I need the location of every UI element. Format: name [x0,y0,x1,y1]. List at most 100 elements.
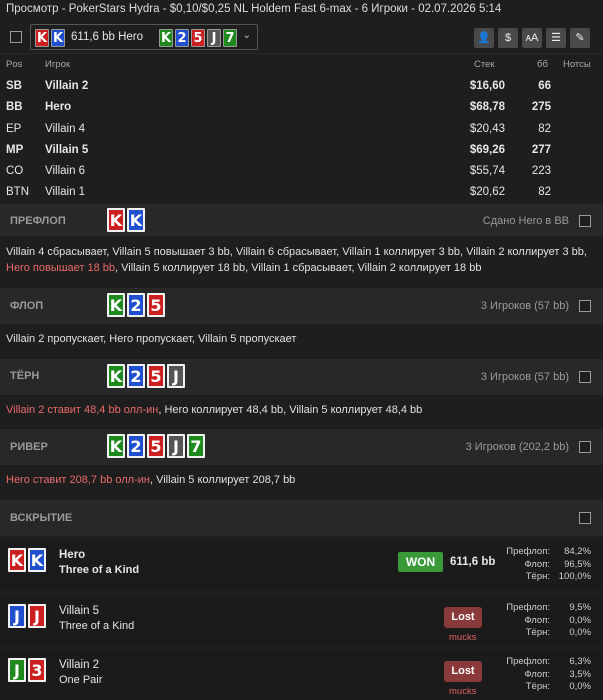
player-pos: BTN [6,186,29,198]
equity-label: Префлоп: [506,546,550,557]
street-name: ПРЕФЛОП [10,215,66,227]
player-row[interactable]: EP Villain 4 $20,43 82 [0,119,603,140]
street-checkbox[interactable] [579,371,591,383]
equity-label: Флоп: [524,614,550,626]
card: K [107,364,125,388]
card: 7 [187,434,205,458]
street-name: ТЁРН [10,370,40,382]
hand-selector-dropdown[interactable]: K K 611,6 bb Hero K 2 5 J 7 ⌄ [30,24,258,50]
player-row[interactable]: BB Hero $68,78 275 [0,97,603,118]
equity-label: Префлоп: [506,656,550,667]
col-stack: Стек [474,59,495,70]
player-name: Villain 5 [45,144,89,156]
action-text: , Hero коллирует 48,4 bb, Villain 5 колл… [158,404,423,416]
card: J [207,29,221,47]
player-stack: $20,62 [469,186,505,198]
font-size-icon[interactable]: ᴀA [522,28,542,48]
hand-rank: Three of a Kind [59,564,140,576]
equity-value: 9,5% [569,602,591,613]
won-badge: WON [398,552,443,572]
street-river: РИВЕР K 2 5 J 7 3 Игроков (202,2 bb) [0,429,603,465]
action-text: , Villain 5 коллирует 208,7 bb [149,474,296,486]
player-bb: 66 [538,80,551,92]
hero-action: Hero повышает 18 bb [6,262,116,274]
player-bb: 277 [531,144,551,156]
player-stack: $69,26 [469,144,505,156]
showdown-row: KK Hero Three of a Kind WON 611,6 bb Пре… [0,540,603,590]
hand-rank: Three of a Kind [59,620,135,632]
player-stack: $55,74 [469,165,505,177]
street-info: 3 Игроков (57 bb) [480,300,569,312]
showdown-row: JJ Villain 5 Three of a Kind Lost mucks … [0,596,603,646]
street-info: Сдано Hero в BB [482,215,569,227]
card: K [35,29,49,47]
player-bb: 275 [531,101,551,113]
equity-value: 0,0% [569,627,591,638]
pencil-icon[interactable]: ✎ [570,28,590,48]
dollar-icon[interactable]: $ [498,28,518,48]
col-bb: бб [537,59,548,70]
equity-list: Префлоп: 9,5% Флоп: 0,0% Тёрн: 0,0% [478,602,591,640]
equity-value: 0,0% [569,614,591,626]
player-row[interactable]: BTN Villain 1 $20,62 82 [0,182,603,203]
street-checkbox[interactable] [579,300,591,312]
equity-value: 6,3% [569,656,591,667]
street-info: 3 Игроков (202,2 bb) [465,441,569,453]
chevron-down-icon: ⌄ [242,30,251,41]
turn-actions: Villain 2 ставит 48,4 bb олл-ин, Hero ко… [6,402,597,418]
card: 5 [147,364,165,388]
card: J [167,364,185,388]
card: K [107,434,125,458]
card: 3 [28,658,46,682]
street-name: ВСКРЫТИЕ [10,512,73,524]
street-turn: ТЁРН K 2 5 J 3 Игроков (57 bb) [0,359,603,395]
hero-action: Hero ставит 208,7 bb олл-ин [6,474,150,486]
card: 5 [191,29,205,47]
player-name: Villain 4 [45,123,86,135]
villain-action: Villain 2 ставит 48,4 bb олл-ин [6,404,159,416]
equity-label: Тёрн: [525,681,550,692]
street-showdown: ВСКРЫТИЕ [0,500,603,536]
player-pos: BB [6,101,23,113]
mucks-label: mucks [449,632,477,643]
street-checkbox[interactable] [579,512,591,524]
action-text: Villain 4 сбрасывает, Villain 5 повышает… [6,246,587,258]
lost-badge: Lost [444,607,482,628]
player-stack: $20,43 [469,123,505,135]
player-pos: MP [6,144,24,156]
player-row[interactable]: MP Villain 5 $69,26 277 [0,140,603,161]
player-name: Hero [45,101,72,113]
equity-label: Тёрн: [525,571,550,582]
street-checkbox[interactable] [579,215,591,227]
street-name: ФЛОП [10,300,44,312]
user-icon[interactable]: 👤 [474,28,494,48]
player-bb: 82 [538,123,551,135]
card: 2 [127,434,145,458]
equity-value: 3,5% [569,668,591,680]
player-row[interactable]: CO Villain 6 $55,74 223 [0,161,603,182]
hand-label: 611,6 bb Hero [71,31,144,43]
card: J [167,434,185,458]
players-table-header: Pos Игрок Стек бб Нотсы [0,55,603,75]
window-title: Просмотр - PokerStars Hydra - $0,10/$0,2… [6,3,502,15]
equity-label: Префлоп: [506,602,550,613]
card: K [28,548,46,572]
card: K [127,208,145,232]
equity-value: 100,0% [558,571,591,582]
player-name: Villain 2 [45,80,89,92]
equity-value: 96,5% [564,558,591,570]
card: J [8,604,26,628]
equity-list: Префлоп: 84,2% Флоп: 96,5% Тёрн: 100,0% [478,546,591,584]
equity-value: 0,0% [569,681,591,692]
player-bb: 82 [538,186,551,198]
mucks-label: mucks [449,686,477,697]
list-icon[interactable]: ☰ [546,28,566,48]
card: 5 [147,434,165,458]
select-checkbox[interactable] [10,31,22,43]
player-row[interactable]: SB Villain 2 $16,60 66 [0,76,603,97]
street-flop: ФЛОП K 2 5 3 Игроков (57 bb) [0,288,603,324]
card: 2 [127,364,145,388]
card: K [107,208,125,232]
street-checkbox[interactable] [579,441,591,453]
action-text: , Villain 5 коллирует 18 bb, Villain 1 с… [115,262,482,274]
